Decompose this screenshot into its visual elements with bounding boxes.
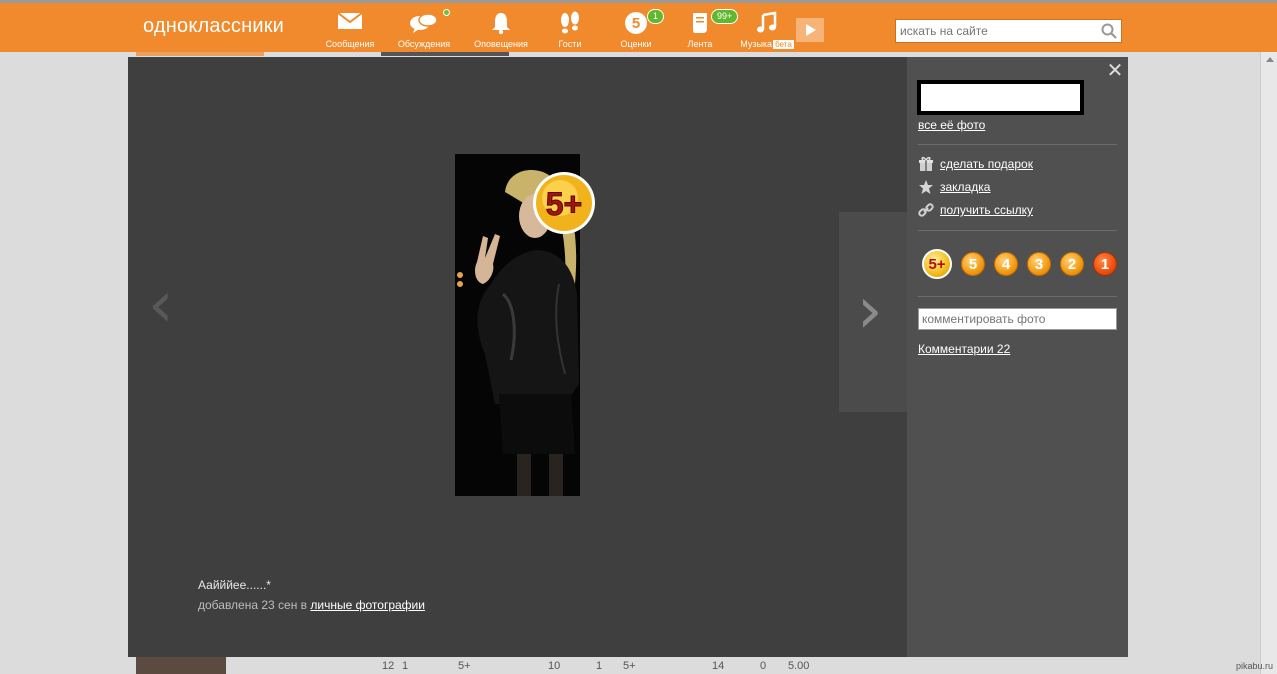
watermark: pikabu.ru <box>1235 661 1273 671</box>
page-scrollbar[interactable] <box>1260 52 1277 674</box>
footprints-icon <box>535 11 605 37</box>
nav-notifications[interactable]: Оповещения <box>466 11 536 49</box>
nav-label: Лента <box>687 39 713 49</box>
nav-label: Гости <box>558 39 582 49</box>
stat-value: 1 <box>402 660 409 672</box>
nav-ratings[interactable]: 5 1 Оценки <box>601 9 671 49</box>
stat-value: 5+ <box>458 660 471 672</box>
photo-meta: добавлена 23 сен в личные фотографии <box>198 598 425 612</box>
nav-feed[interactable]: 99+ Лента <box>665 9 739 49</box>
chevron-right-icon: › <box>857 274 883 348</box>
all-photos-link[interactable]: все её фото <box>918 118 985 132</box>
rate-5plus-button[interactable]: 5+ <box>922 249 952 279</box>
site-logo[interactable]: одноклассники <box>143 15 284 38</box>
nav-label: Обсуждения <box>397 39 451 49</box>
action-label: сделать подарок <box>940 157 1033 171</box>
photo-sidebar <box>907 57 1128 657</box>
link-icon <box>918 202 934 218</box>
nav-label: Музыка бета <box>740 39 794 49</box>
background-tab-strip <box>136 52 264 56</box>
rate-4-button[interactable]: 4 <box>994 252 1018 276</box>
background-photo-stats: 12 1 5+ 10 1 5+ 14 0 5.00 <box>0 657 1260 674</box>
action-label: получить ссылку <box>940 203 1033 217</box>
action-label: закладка <box>940 180 991 194</box>
background-thumbnail[interactable] <box>136 657 226 674</box>
chat-bubbles-icon <box>389 9 459 37</box>
feed-icon: 99+ <box>665 9 739 37</box>
owner-name-redacted[interactable] <box>917 80 1084 115</box>
stat-value: 14 <box>712 660 725 672</box>
ratings-badge: 1 <box>647 9 665 24</box>
nav-music[interactable]: Музыка бета <box>732 11 802 49</box>
play-icon <box>796 24 824 45</box>
nav-discussions[interactable]: Обсуждения <box>389 9 459 49</box>
album-link[interactable]: личные фотографии <box>310 598 425 612</box>
comment-input[interactable] <box>919 309 1114 329</box>
sidebar-divider <box>918 144 1117 145</box>
music-note-icon <box>732 11 802 37</box>
scroll-up-arrow-icon[interactable] <box>1266 57 1274 62</box>
photo-caption: Аайййее......* <box>198 578 271 592</box>
rate-3-button[interactable]: 3 <box>1027 252 1051 276</box>
bell-icon <box>466 11 536 37</box>
background-photo-strip <box>381 52 509 56</box>
rating-5plus-text: 5+ <box>546 186 582 222</box>
stat-value: 1 <box>596 660 603 672</box>
music-play-button[interactable] <box>796 18 824 42</box>
search-input[interactable] <box>896 20 1096 42</box>
stat-value: 5+ <box>623 660 636 672</box>
sidebar-divider <box>918 230 1117 231</box>
nav-label: Оповещения <box>474 39 528 49</box>
envelope-icon <box>315 11 385 37</box>
top-bar: одноклассники Сообщения Обсуждения Опове… <box>0 0 1277 52</box>
nav-guests[interactable]: Гости <box>535 11 605 49</box>
rating-5plus-badge: 5+ <box>531 170 597 236</box>
next-photo-button[interactable]: › <box>839 212 907 412</box>
sidebar-divider <box>918 296 1117 297</box>
previous-photo-button[interactable]: ‹ <box>148 270 174 340</box>
site-search <box>895 19 1122 43</box>
star-icon <box>918 179 934 195</box>
stat-value: 12 <box>382 660 395 672</box>
rate-2-button[interactable]: 2 <box>1060 252 1084 276</box>
added-text: добавлена 23 сен в <box>198 598 308 612</box>
comment-box <box>918 308 1117 330</box>
stat-value: 0 <box>760 660 767 672</box>
comments-link[interactable]: Комментарии 22 <box>918 342 1010 356</box>
rating-five-icon: 5 1 <box>601 9 671 37</box>
new-indicator-dot <box>443 9 450 16</box>
rate-1-button[interactable]: 1 <box>1093 252 1117 276</box>
rate-5-button[interactable]: 5 <box>961 252 985 276</box>
beta-tag: бета <box>773 40 794 49</box>
stat-value: 10 <box>548 660 561 672</box>
nav-label: Сообщения <box>325 39 375 49</box>
search-icon[interactable] <box>1101 23 1117 42</box>
close-viewer-button[interactable]: ✕ <box>1106 58 1124 82</box>
stat-value: 5.00 <box>788 660 810 672</box>
rating-five-glyph: 5 <box>632 15 640 32</box>
nav-label: Оценки <box>620 39 652 49</box>
gift-icon <box>918 156 934 172</box>
nav-messages[interactable]: Сообщения <box>315 11 385 49</box>
